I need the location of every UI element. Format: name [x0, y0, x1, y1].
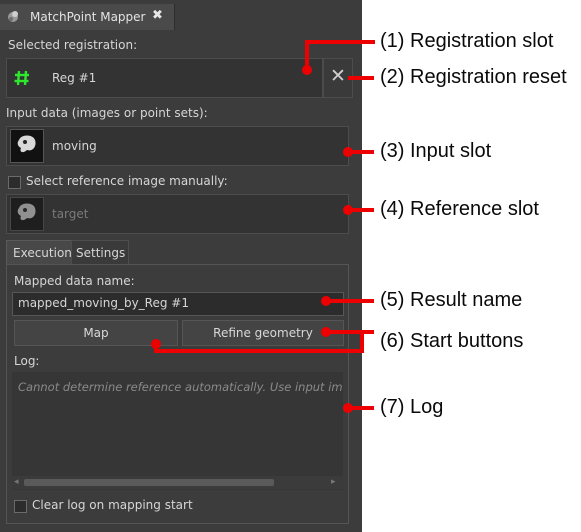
tab-execution-label: Execution	[13, 246, 72, 260]
mapped-data-label: Mapped data name:	[14, 274, 135, 288]
tab-title: MatchPoint Mapper	[30, 10, 146, 24]
callout-registration-slot: (1) Registration slot	[380, 30, 554, 52]
target-thumbnail	[10, 197, 44, 231]
hash-icon	[14, 70, 29, 86]
pointer-line-5	[326, 299, 374, 303]
tab-settings-label: Settings	[76, 246, 126, 260]
callout-registration-reset: (2) Registration reset	[380, 66, 567, 88]
refine-geometry-button[interactable]: Refine geometry	[182, 320, 344, 346]
pointer-line-2	[348, 76, 374, 80]
pointer-line-6b	[154, 349, 364, 353]
reference-manual-label: Select reference image manually:	[26, 174, 228, 188]
callout-start-buttons: (6) Start buttons	[380, 330, 524, 352]
reference-manual-checkbox[interactable]	[8, 176, 21, 189]
scroll-right-icon[interactable]: ▸	[331, 477, 336, 487]
input-slot[interactable]: moving	[6, 126, 349, 166]
reference-slot[interactable]: target	[6, 194, 349, 234]
tab-settings[interactable]: Settings	[71, 240, 129, 264]
log-area[interactable]: Cannot determine reference automatically…	[12, 372, 343, 490]
mapper-logo-icon	[8, 11, 18, 22]
reference-name: target	[52, 207, 89, 221]
moving-thumbnail	[10, 129, 44, 163]
mapped-name-value: mapped_moving_by_Reg #1	[18, 296, 189, 310]
input-data-label: Input data (images or point sets):	[6, 106, 208, 120]
clear-log-checkbox[interactable]	[14, 500, 27, 513]
close-tab-icon[interactable]: ✖	[152, 8, 163, 23]
pointer-line-1a	[305, 40, 309, 70]
callout-reference-slot: (4) Reference slot	[380, 198, 539, 220]
reset-x-icon: ✕	[330, 65, 346, 87]
scroll-left-icon[interactable]: ◂	[14, 477, 19, 487]
pointer-line-3	[348, 150, 374, 154]
callout-result-name: (5) Result name	[380, 289, 523, 311]
log-label: Log:	[14, 354, 40, 368]
pointer-line-7	[348, 406, 374, 410]
selected-registration-label: Selected registration:	[8, 38, 138, 52]
callout-log: (7) Log	[380, 396, 444, 418]
input-name: moving	[52, 139, 97, 153]
pointer-line-1b	[305, 40, 375, 44]
view-tab[interactable]: MatchPoint Mapper ✖	[0, 4, 175, 30]
mapped-name-input[interactable]: mapped_moving_by_Reg #1	[12, 292, 344, 316]
registration-name: Reg #1	[52, 71, 97, 85]
log-horizontal-scrollbar[interactable]: ◂ ▸	[12, 476, 343, 489]
pointer-line-4	[348, 208, 374, 212]
tab-execution[interactable]: Execution	[6, 240, 72, 265]
matchpoint-mapper-panel: MatchPoint Mapper ✖ Selected registratio…	[0, 0, 362, 532]
scrollbar-thumb[interactable]	[24, 479, 274, 486]
clear-log-label: Clear log on mapping start	[32, 498, 193, 512]
log-text: Cannot determine reference automatically…	[18, 380, 343, 394]
pointer-line-6d	[326, 330, 374, 334]
registration-slot[interactable]: Reg #1	[6, 58, 323, 98]
callout-input-slot: (3) Input slot	[380, 140, 492, 162]
